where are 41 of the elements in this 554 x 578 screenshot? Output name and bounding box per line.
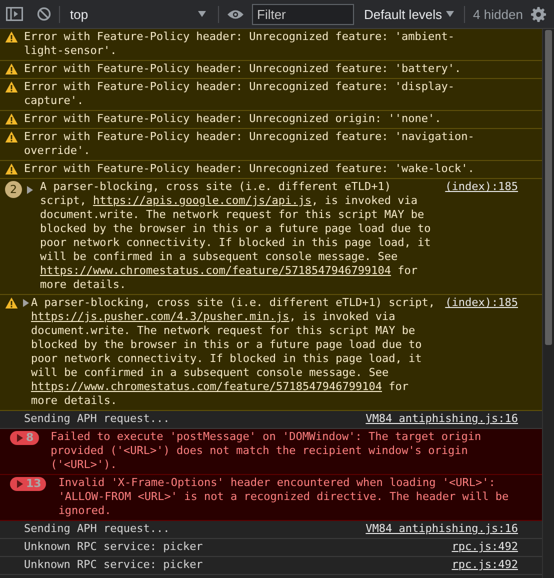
source-link[interactable]: rpc.js:492 [452, 558, 518, 572]
scrollbar-track[interactable] [542, 29, 554, 578]
message-text: Sending APH request... [24, 522, 170, 535]
message-text: Failed to execute 'postMessage' on 'DOMWindow': The target origin provided ('<URL>') does not match the recipient window's origin ('<URL>'). [50, 430, 482, 471]
context-selector[interactable]: top [68, 6, 210, 22]
source-link[interactable]: VM84 antiphishing.js:16 [366, 522, 518, 536]
message-text: Unknown RPC service: picker [24, 558, 203, 571]
source-link[interactable]: rpc.js:492 [452, 540, 518, 554]
caret-icon [446, 11, 454, 17]
message-text: Unknown RPC service: picker [24, 540, 203, 553]
filter-field[interactable]: Filter [252, 4, 354, 24]
url-link[interactable]: https://js.pusher.com/4.3/pusher.min.js [31, 310, 290, 323]
expand-triangle-icon[interactable] [27, 186, 33, 194]
message-text: Sending APH request... [24, 412, 170, 425]
caret-icon [198, 11, 206, 17]
message-text: Error with Feature-Policy header: Unrecognized feature: 'battery'. [24, 62, 462, 75]
message-text: Error with Feature-Policy header: Unrecognized feature: 'display-capture'. [24, 80, 454, 107]
settings-icon[interactable] [530, 6, 546, 22]
message-text: Error with Feature-Policy header: Unrecognized origin: ''none'. [24, 112, 442, 125]
expand-triangle-icon [17, 480, 23, 488]
message-count-badge: 2 [5, 181, 22, 198]
source-link[interactable]: (index):185 [445, 180, 518, 194]
expand-triangle-icon [17, 434, 23, 442]
message-text: A parser-blocking, cross site (i.e. different eTLD+1) script, https://js.pusher.com/4.3/pusher.min.js, is invoked via document.write. The network request for this script MAY be blocked by the browser in this or a future page load due to poor network connectivity. If blocked in this page load, it will be confirmed in a subsequent console message. See https://www.chromestatus.com/feature/5718547946799104 for more details. [31, 296, 436, 407]
message-text: Error with Feature-Policy header: Unrecognized feature: 'wake-lock'. [24, 162, 474, 175]
scrollbar-thumb[interactable] [545, 30, 552, 345]
message-text: Error with Feature-Policy header: Unrecognized feature: 'ambient-light-sensor'. [24, 30, 454, 57]
log-levels-dropdown[interactable]: Default levels [362, 6, 456, 22]
url-link[interactable]: https://www.chromestatus.com/feature/5718547946799104 [31, 380, 382, 393]
message-text: Error with Feature-Policy header: Unrecognized feature: 'navigation-override'. [24, 130, 474, 157]
eye-icon[interactable] [227, 8, 244, 20]
source-link[interactable]: (index):185 [445, 296, 518, 310]
url-link[interactable]: https://apis.google.com/js/api.js [92, 194, 312, 207]
clear-console-icon[interactable] [37, 7, 51, 21]
url-link[interactable]: https://www.chromestatus.com/feature/5718547946799104 [40, 264, 391, 277]
message-text: A parser-blocking, cross site (i.e. different eTLD+1) script, https://apis.google.com/js/api.js, is invoked via document.write. The network request for this script MAY be blocked by the browser in this or a future page load due to poor network connectivity. If blocked in this page load, it will be confirmed in a subsequent console message. See https://www.chromestatus.com/feature/5718547946799104 for more details. [40, 180, 432, 291]
source-link[interactable]: VM84 antiphishing.js:16 [366, 412, 518, 426]
hidden-count: 4 hidden [473, 6, 523, 22]
message-text: Invalid 'X-Frame-Options' header encountered when loading '<URL>': 'ALLOW-FROM <URL>' is not a recognized directive. The header will be ignored. [58, 476, 510, 517]
sidebar-toggle-icon[interactable] [6, 7, 23, 21]
expand-triangle-icon[interactable] [23, 299, 29, 307]
